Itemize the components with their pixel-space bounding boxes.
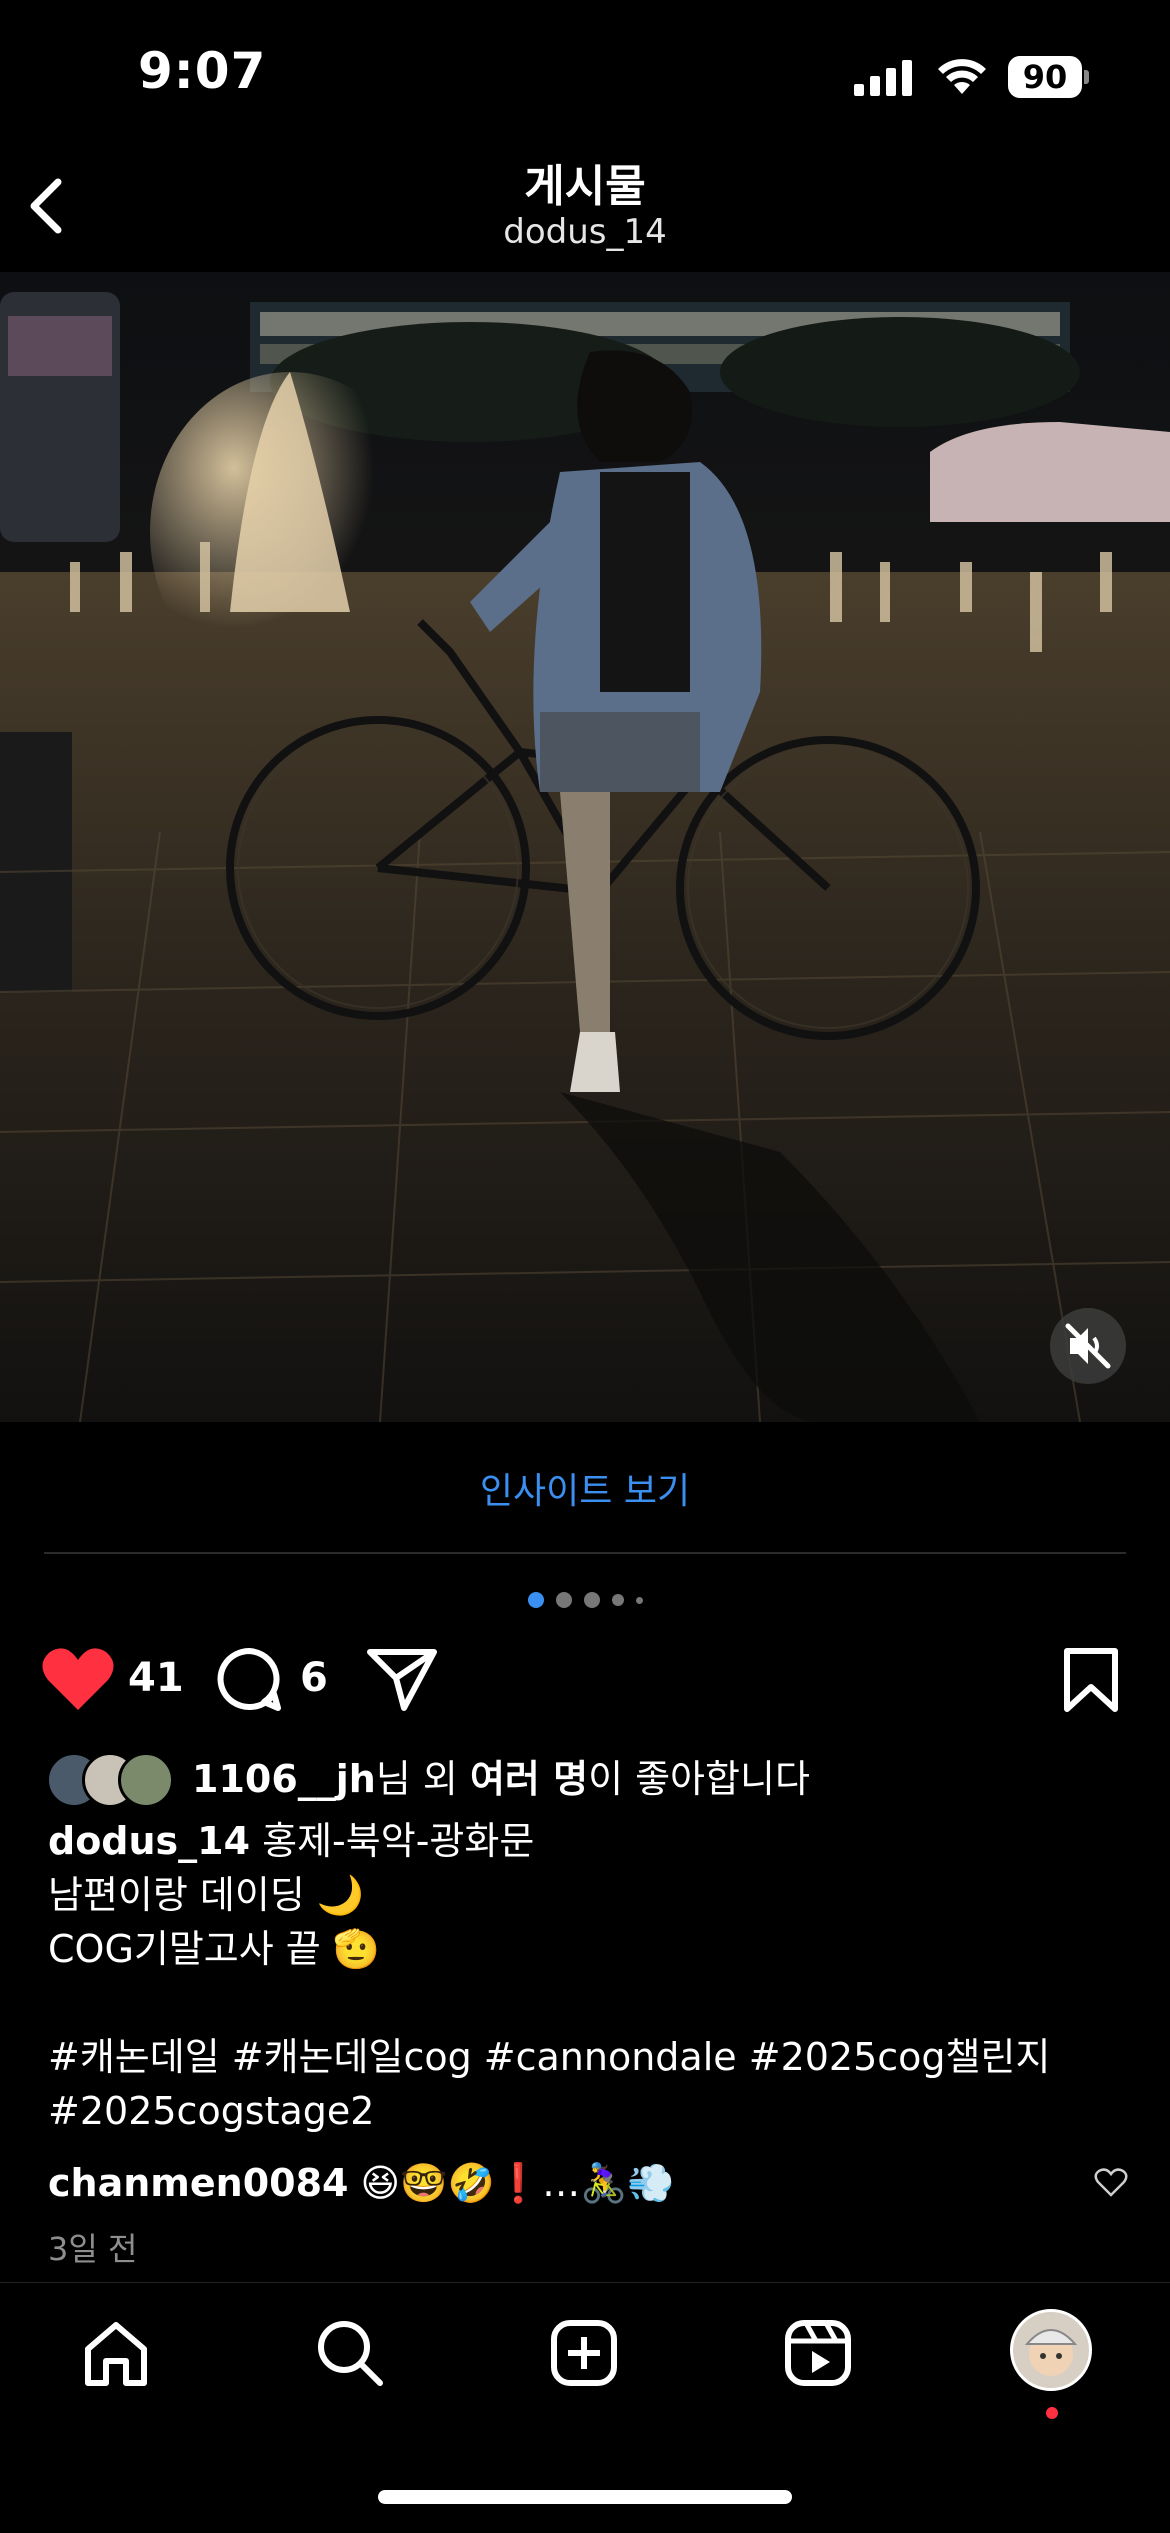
- comment-text: 😆🤓🤣❗…🚴‍♀️💨: [348, 2161, 675, 2205]
- liked-by-suffix: 이 좋아합니다: [588, 1757, 810, 1801]
- caption-line: 남편이랑 데이딩 🌙: [48, 1873, 365, 1917]
- home-indicator[interactable]: [378, 2490, 792, 2504]
- caption-line: dodus_14 홍제-북악-광화문: [48, 1814, 534, 1868]
- heart-outline-icon: [1094, 2168, 1128, 2197]
- caption-hashtags[interactable]: #캐논데일 #캐논데일cog #cannondale #2025cog챌린지: [48, 2030, 1050, 2084]
- comment-username[interactable]: chanmen0084: [48, 2161, 348, 2205]
- carousel-dot: [635, 1596, 643, 1604]
- caption-line: COG기말고사 끝 🫡: [48, 1927, 381, 1971]
- search-icon[interactable]: [314, 2317, 386, 2389]
- caption-hashtags[interactable]: #2025cogstage2: [48, 2084, 374, 2138]
- speaker-muted-icon: [1065, 1323, 1111, 1369]
- comment-line: chanmen0084 😆🤓🤣❗…🚴‍♀️💨: [48, 2156, 675, 2210]
- post-timestamp: 3일 전: [48, 2230, 138, 2268]
- wifi-icon: [936, 56, 988, 96]
- liked-by-suffix: 님 외: [375, 1757, 470, 1801]
- carousel-dot: [555, 1592, 572, 1608]
- comment-button[interactable]: [214, 1646, 284, 1714]
- carousel-dot: [611, 1594, 624, 1606]
- save-button[interactable]: [1062, 1646, 1120, 1714]
- divider: [44, 1552, 1126, 1554]
- liked-by-user[interactable]: 1106__jh: [192, 1757, 376, 1801]
- comment-icon: [217, 1648, 281, 1711]
- like-count[interactable]: 41: [128, 1655, 184, 1701]
- liked-by-others[interactable]: 여러 명: [470, 1757, 588, 1801]
- heart-filled-icon: [42, 1648, 114, 1710]
- avatar: [118, 1752, 174, 1808]
- reels-icon[interactable]: [782, 2317, 854, 2389]
- page-subtitle[interactable]: dodus_14: [0, 212, 1170, 252]
- carousel-indicator: [0, 1590, 1170, 1610]
- share-button[interactable]: [366, 1646, 438, 1714]
- create-icon[interactable]: [548, 2317, 620, 2389]
- liked-by-avatars[interactable]: [46, 1752, 186, 1808]
- bookmark-icon: [1064, 1648, 1118, 1712]
- status-time: 9:07: [138, 42, 267, 100]
- post-photo[interactable]: [0, 272, 1170, 1422]
- like-button[interactable]: [40, 1646, 116, 1714]
- comment-count[interactable]: 6: [300, 1655, 328, 1701]
- liked-by-text[interactable]: 1106__jh님 외 여러 명이 좋아합니다: [192, 1752, 810, 1806]
- carousel-dot: [527, 1592, 544, 1608]
- battery-indicator: 90: [1008, 56, 1082, 98]
- profile-avatar[interactable]: [1010, 2309, 1092, 2391]
- caption-username[interactable]: dodus_14: [48, 1819, 250, 1863]
- comment-like-button[interactable]: [1094, 2168, 1128, 2198]
- page-title: 게시물: [524, 161, 646, 212]
- signal-icon: [854, 60, 914, 96]
- notification-dot: [1046, 2407, 1058, 2419]
- carousel-dot: [583, 1592, 600, 1608]
- caption-text: 홍제-북악-광화문: [250, 1819, 535, 1863]
- battery-tip: [1084, 70, 1089, 84]
- paper-plane-icon: [367, 1649, 437, 1711]
- view-insights-link[interactable]: 인사이트 보기: [0, 1462, 1170, 1514]
- mute-button[interactable]: [1050, 1308, 1126, 1384]
- home-icon[interactable]: [80, 2317, 152, 2389]
